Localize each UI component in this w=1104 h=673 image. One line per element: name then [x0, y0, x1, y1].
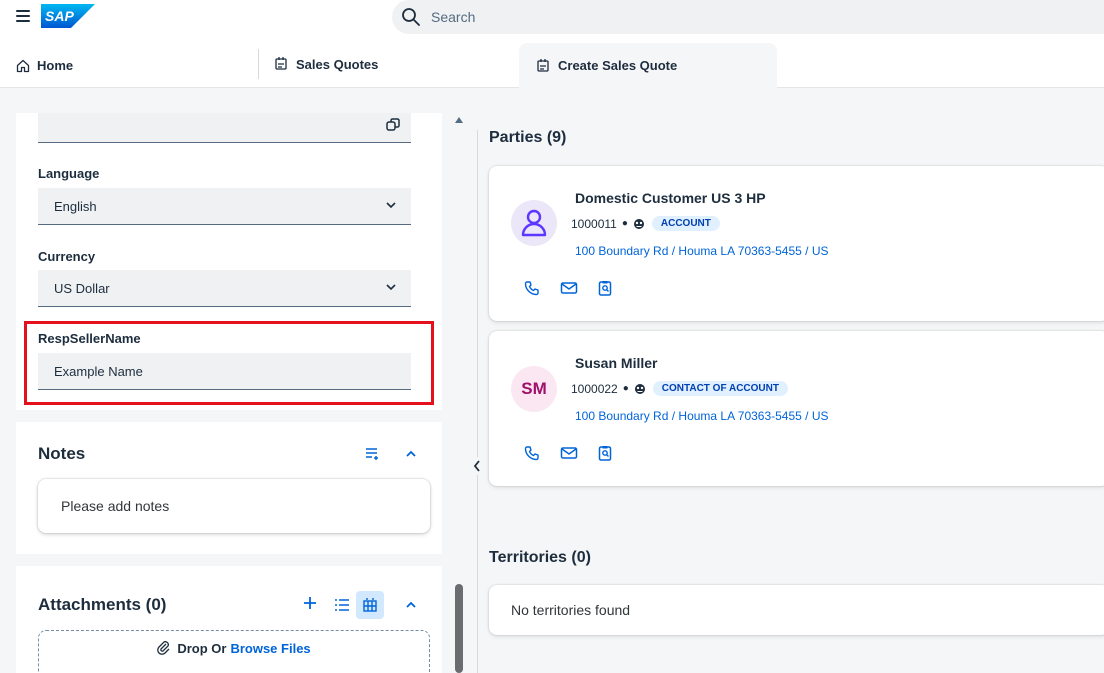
scrollbar-thumb[interactable] — [455, 584, 463, 673]
highlight-box — [24, 321, 434, 405]
chevron-up-icon[interactable] — [405, 601, 417, 609]
party-id: 1000011 — [571, 216, 617, 231]
value-help-field[interactable] — [38, 113, 411, 143]
add-icon[interactable] — [304, 597, 316, 609]
open-link-icon[interactable] — [385, 117, 401, 133]
tab-sales-quotes-label: Sales Quotes — [296, 56, 379, 72]
grid-view-button[interactable] — [356, 591, 384, 619]
chevron-down-icon — [386, 202, 396, 209]
language-label: Language — [38, 166, 100, 181]
add-note-icon[interactable] — [365, 447, 381, 461]
contact-card-icon[interactable] — [598, 445, 612, 461]
chevron-down-icon — [386, 284, 396, 291]
territories-title: Territories (0) — [489, 549, 591, 566]
tab-create-sales-quote-label: Create Sales Quote — [558, 58, 678, 73]
party-name[interactable]: Susan Miller — [575, 355, 657, 371]
tab-bar: Home Sales Quotes Create Sales Quote — [0, 36, 1104, 88]
paperclip-icon — [157, 641, 170, 655]
language-select[interactable]: English — [38, 188, 411, 225]
territories-empty-text: No territories found — [511, 602, 631, 618]
search-placeholder: Search — [431, 9, 476, 25]
party-card[interactable]: SM Susan Miller 1000022 ● CONTACT OF ACC… — [489, 331, 1104, 486]
panel-divider — [477, 130, 478, 673]
grid-icon — [363, 598, 377, 612]
menu-icon[interactable] — [16, 10, 30, 22]
notes-placeholder: Please add notes — [61, 498, 170, 514]
collapse-panel-button[interactable] — [470, 457, 484, 475]
tab-home[interactable]: Home — [16, 43, 73, 88]
home-icon — [16, 59, 30, 72]
notes-input[interactable]: Please add notes — [38, 479, 430, 533]
separator-dot: ● — [621, 218, 628, 229]
tab-sales-quotes[interactable]: Sales Quotes — [258, 49, 518, 79]
shell-bar: SAP Search — [0, 0, 1104, 36]
party-name[interactable]: Domestic Customer US 3 HP — [575, 190, 766, 206]
browse-files-link[interactable]: Browse Files — [230, 641, 310, 673]
party-card[interactable]: Domestic Customer US 3 HP 1000011 ● ACCO… — [489, 166, 1104, 321]
section-separator — [16, 410, 442, 422]
territories-empty-card: No territories found — [489, 585, 1104, 635]
party-id-row: 1000011 ● ACCOUNT — [571, 216, 720, 231]
tab-home-label: Home — [37, 58, 74, 73]
tab-create-sales-quote[interactable]: Create Sales Quote — [519, 43, 777, 88]
list-view-button[interactable] — [328, 591, 356, 619]
sales-quote-icon — [537, 58, 549, 72]
party-actions — [524, 280, 612, 296]
svg-text:SAP: SAP — [45, 8, 74, 24]
avatar: SM — [511, 366, 557, 412]
party-address-link[interactable]: 100 Boundary Rd / Houma LA 70363-5455 / … — [575, 244, 829, 258]
currency-value: US Dollar — [54, 280, 110, 296]
view-toggle — [328, 591, 390, 619]
phone-icon[interactable] — [524, 280, 540, 296]
email-icon[interactable] — [560, 280, 578, 296]
currency-label: Currency — [38, 249, 96, 264]
email-icon[interactable] — [560, 445, 578, 461]
attachments-title: Attachments (0) — [38, 595, 167, 614]
party-id-row: 1000022 ● CONTACT OF ACCOUNT — [571, 381, 788, 396]
separator-dot: ● — [622, 383, 629, 394]
avatar — [511, 200, 557, 246]
account-type-icon — [633, 218, 644, 229]
party-id: 1000022 — [571, 381, 618, 396]
account-type-icon — [634, 383, 645, 394]
chevron-up-icon[interactable] — [405, 450, 417, 458]
file-drop-zone[interactable]: Drop Or Browse Files — [38, 630, 430, 673]
party-address-link[interactable]: 100 Boundary Rd / Houma LA 70363-5455 / … — [575, 409, 829, 423]
left-panel: Language English Currency US Dollar Resp… — [16, 113, 442, 673]
person-icon — [521, 209, 547, 237]
party-actions — [524, 445, 612, 461]
phone-icon[interactable] — [524, 445, 540, 461]
sap-logo[interactable]: SAP — [41, 4, 95, 28]
language-value: English — [54, 198, 97, 214]
parties-title: Parties (9) — [489, 129, 567, 146]
chevron-left-icon — [473, 460, 480, 472]
notes-title: Notes — [38, 444, 86, 463]
contact-card-icon[interactable] — [598, 280, 612, 296]
section-separator — [16, 554, 442, 566]
drop-label: Drop Or — [177, 641, 227, 656]
currency-select[interactable]: US Dollar — [38, 270, 411, 307]
role-badge: CONTACT OF ACCOUNT — [652, 381, 788, 396]
list-icon — [335, 599, 349, 611]
sales-quote-icon — [275, 57, 287, 70]
search-icon[interactable] — [401, 7, 421, 27]
scroll-up-arrow[interactable] — [455, 117, 463, 123]
search-field[interactable]: Search — [392, 0, 1104, 34]
role-badge: ACCOUNT — [651, 216, 720, 231]
